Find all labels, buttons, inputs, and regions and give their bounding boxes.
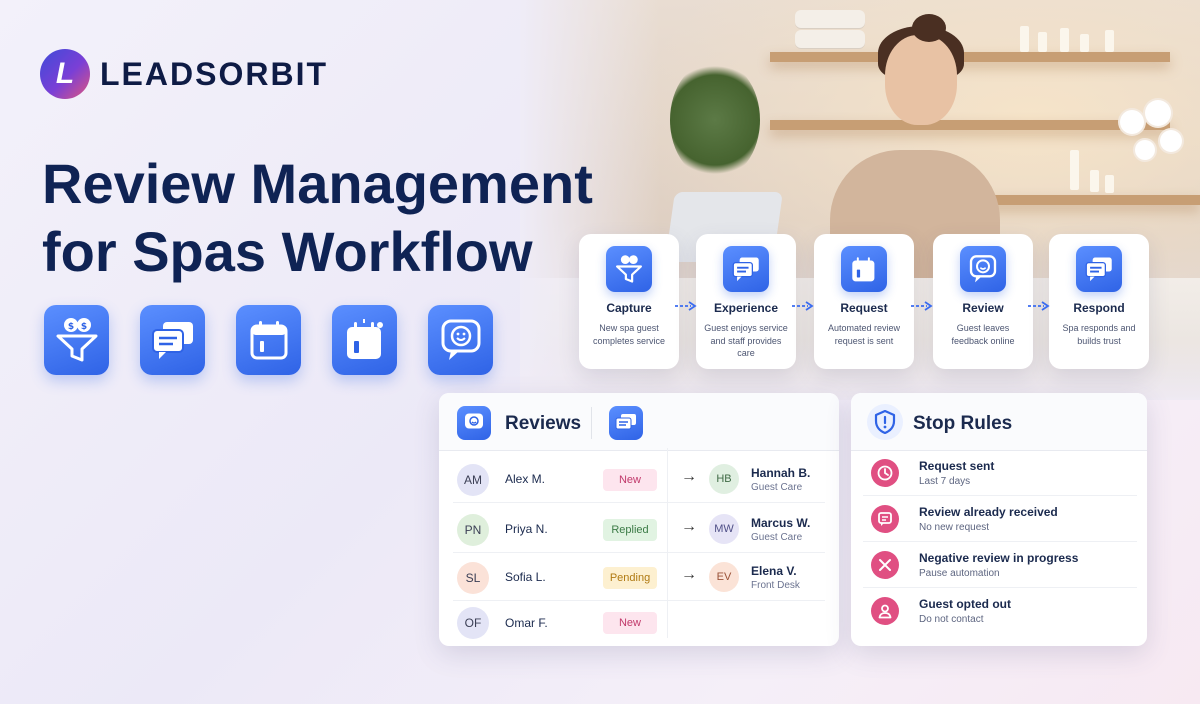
reviewer-name: Priya N. [505, 522, 548, 536]
funnel-icon [606, 246, 652, 292]
svg-text:$: $ [80, 322, 86, 332]
stop-rule-item[interactable]: Guest opted out Do not contact [863, 588, 1137, 634]
smiley-chat-icon [960, 246, 1006, 292]
avatar: AM [457, 464, 489, 496]
status-badge: New [603, 612, 657, 634]
stop-rule-item[interactable]: Request sent Last 7 days [863, 450, 1137, 496]
rule-title: Review already received [919, 505, 1058, 519]
assignee-avatar: HB [709, 464, 739, 494]
hero-icon-row: $ $ [44, 305, 524, 375]
step-description: Automated review request is sent [827, 323, 901, 346]
calendar-notification-icon [841, 246, 887, 292]
reviewer-name: Omar F. [505, 616, 548, 630]
table-row[interactable]: AM Alex M. New → HB Hannah B. Guest Care [453, 457, 825, 503]
stop-rules-header: Stop Rules [851, 393, 1147, 451]
step-title: Request [840, 301, 888, 315]
step-description: Guest enjoys service and staff provides … [704, 323, 788, 358]
stop-rules-title: Stop Rules [913, 413, 1013, 434]
brand-name: LEADSORBIT [100, 55, 328, 92]
funnel-icon: $ $ [44, 305, 109, 375]
reviews-header: Reviews [439, 393, 839, 451]
assignee-name: Hannah B. [751, 466, 811, 480]
title-line-1: Review Management [42, 152, 593, 215]
arrow-right-icon [675, 301, 697, 311]
page-title: Review Management for Spas Workflow [42, 150, 662, 286]
stop-rule-item[interactable]: Review already received No new request [863, 496, 1137, 542]
step-description: Spa responds and builds trust [1062, 323, 1136, 346]
arrow-right-icon: → [681, 566, 697, 583]
avatar: PN [457, 514, 489, 546]
assignee-avatar: MW [709, 514, 739, 544]
workflow-step-request[interactable]: Request Automated review request is sent [814, 234, 914, 369]
step-title: Respond [1073, 301, 1125, 315]
workflow-step-respond[interactable]: Respond Spa responds and builds trust [1049, 234, 1149, 369]
table-row[interactable]: OF Omar F. New [453, 601, 825, 647]
arrow-right-icon [911, 301, 933, 311]
rule-subtitle: Pause automation [919, 568, 1000, 579]
rule-subtitle: Last 7 days [919, 476, 971, 487]
step-title: Capture [606, 301, 652, 315]
avatar: SL [457, 562, 489, 594]
stop-rule-item[interactable]: Negative review in progress Pause automa… [863, 542, 1137, 588]
message-icon [871, 505, 899, 533]
shield-icon [867, 404, 903, 440]
rule-title: Guest opted out [919, 597, 1011, 611]
workflow-step-review[interactable]: Review Guest leaves feedback online [933, 234, 1033, 369]
assignee-role: Front Desk [751, 580, 800, 591]
reviewer-name: Sofia L. [505, 570, 546, 584]
title-line-2: for Spas Workflow [42, 220, 533, 283]
table-row[interactable]: SL Sofia L. Pending → EV Elena V. Front … [453, 555, 825, 601]
assignee-avatar: EV [709, 562, 739, 592]
workflow-step-capture[interactable]: Capture New spa guest completes service [579, 234, 679, 369]
logo-mark-icon: L [40, 49, 90, 99]
chat-bubbles-icon [1076, 246, 1122, 292]
step-title: Experience [713, 301, 779, 315]
assignee-name: Marcus W. [751, 516, 811, 530]
step-description: New spa guest completes service [592, 323, 666, 346]
status-badge: New [603, 469, 657, 491]
chat-bubbles-icon [140, 305, 205, 375]
workflow-step-experience[interactable]: Experience Guest enjoys service and staf… [696, 234, 796, 369]
stop-rules-panel: Stop Rules Request sent Last 7 days Revi… [851, 393, 1147, 646]
step-description: Guest leaves feedback online [951, 323, 1015, 346]
clock-icon [871, 459, 899, 487]
rule-title: Request sent [919, 459, 995, 473]
status-badge: Replied [603, 519, 657, 541]
rule-subtitle: No new request [919, 522, 990, 533]
smiley-chat-icon [457, 406, 491, 440]
brand-logo[interactable]: L LEADSORBIT [40, 49, 328, 99]
reviews-title: Reviews [505, 413, 582, 434]
status-badge: Pending [603, 567, 657, 589]
rule-subtitle: Do not contact [919, 614, 984, 625]
smiley-chat-icon [428, 305, 493, 375]
x-icon [871, 551, 899, 579]
step-title: Review [962, 301, 1004, 315]
assignee-name: Elena V. [751, 564, 797, 578]
arrow-right-icon: → [681, 518, 697, 535]
arrow-right-icon [792, 301, 814, 311]
table-row[interactable]: PN Priya N. Replied → MW Marcus W. Guest… [453, 507, 825, 553]
reviews-panel: Reviews AM Alex M. New → HB Hannah B. Gu… [439, 393, 839, 646]
chat-bubbles-icon [723, 246, 769, 292]
calendar-icon [236, 305, 301, 375]
arrow-right-icon: → [681, 468, 697, 485]
arrow-right-icon [1028, 301, 1050, 311]
user-icon [871, 597, 899, 625]
avatar: OF [457, 607, 489, 639]
chat-bubbles-icon[interactable] [609, 406, 643, 440]
assignee-role: Guest Care [751, 482, 803, 493]
reviewer-name: Alex M. [505, 472, 546, 486]
rule-title: Negative review in progress [919, 551, 1079, 565]
calendar-notification-icon [332, 305, 397, 375]
svg-text:$: $ [67, 322, 73, 332]
assignee-role: Guest Care [751, 532, 803, 543]
